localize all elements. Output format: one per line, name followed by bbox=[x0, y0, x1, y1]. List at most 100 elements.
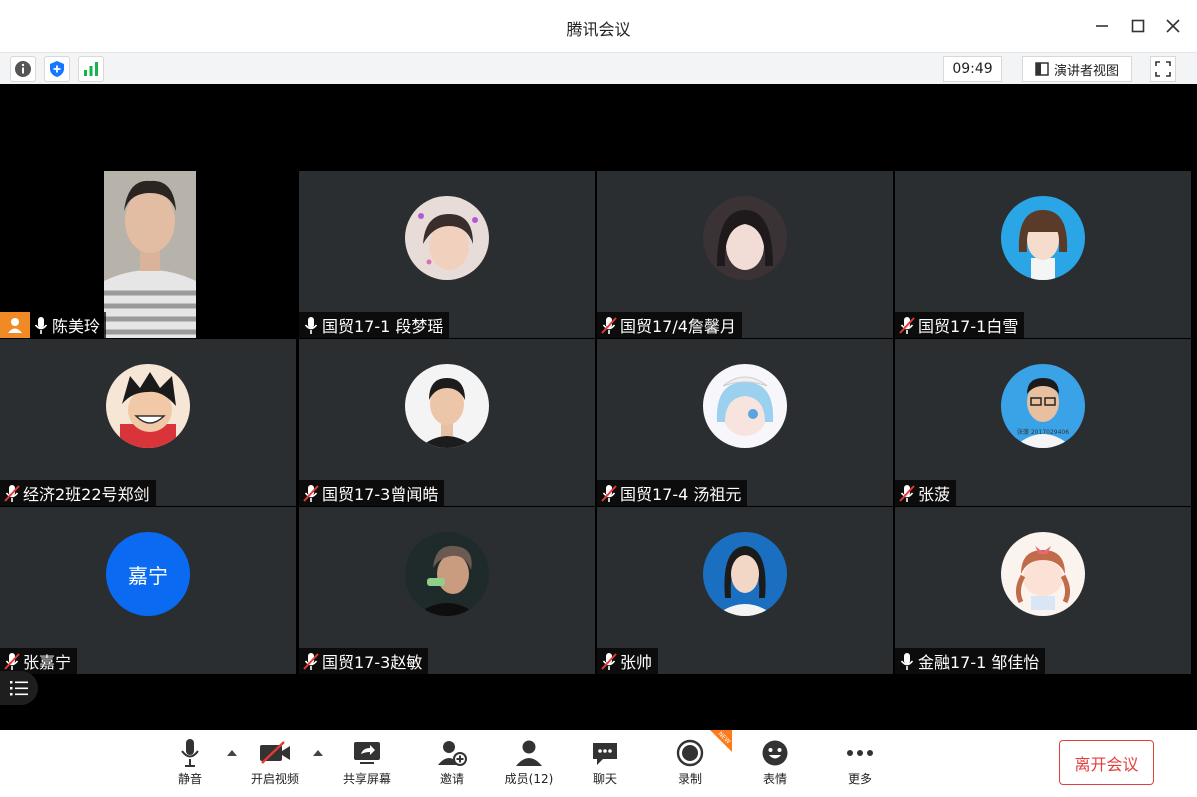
meeting-info-button[interactable] bbox=[10, 56, 36, 82]
participant-tile[interactable]: 嘉宁 张嘉宁 bbox=[0, 507, 296, 674]
avatar-image bbox=[405, 364, 489, 448]
chat-button[interactable]: 聊天 bbox=[570, 738, 640, 792]
title-bar: 腾讯会议 bbox=[0, 0, 1197, 52]
participant-nameplate: 国贸17-1白雪 bbox=[895, 312, 1025, 338]
emoji-icon bbox=[762, 740, 788, 766]
participant-tile[interactable]: 国贸17-1白雪 bbox=[895, 171, 1191, 338]
avatar-caption: 张菠 2017029406 bbox=[1017, 428, 1069, 436]
participant-name: 金融17-1 邹佳怡 bbox=[918, 653, 1040, 672]
mic-muted-icon bbox=[4, 653, 20, 670]
participant-nameplate: 国贸17/4詹馨月 bbox=[597, 312, 742, 338]
participant-name: 国贸17-1 段梦瑶 bbox=[322, 317, 444, 336]
mute-label: 静音 bbox=[177, 772, 202, 786]
avatar-image bbox=[405, 196, 489, 280]
members-button[interactable]: 成员(12) bbox=[494, 738, 564, 792]
participant-avatar bbox=[703, 364, 787, 448]
participant-name: 国贸17-1白雪 bbox=[918, 317, 1019, 336]
participant-tile[interactable]: 金融17-1 邹佳怡 bbox=[895, 507, 1191, 674]
speaker-view-label: 演讲者视图 bbox=[1053, 63, 1119, 79]
participant-nameplate: 国贸17-1 段梦瑶 bbox=[299, 312, 450, 338]
participant-nameplate: 陈美玲 bbox=[0, 312, 107, 338]
record-icon bbox=[676, 739, 704, 767]
invite-label: 邀请 bbox=[439, 772, 464, 786]
speaker-view-button[interactable]: 演讲者视图 bbox=[1022, 56, 1132, 82]
more-button[interactable]: 更多 bbox=[825, 738, 895, 792]
participant-avatar bbox=[703, 532, 787, 616]
participant-avatar bbox=[1001, 532, 1085, 616]
participant-tile[interactable]: 国贸17-1 段梦瑶 bbox=[299, 171, 595, 338]
participant-name: 国贸17-4 汤祖元 bbox=[620, 485, 742, 504]
network-status-button[interactable] bbox=[78, 56, 104, 82]
mic-muted-icon bbox=[601, 317, 617, 334]
participant-name: 经济2班22号郑剑 bbox=[23, 485, 150, 504]
video-stage: 陈美玲 国贸17-1 段梦瑶 国贸17/4詹馨月 国贸17-1白雪 经济2班22… bbox=[0, 84, 1197, 730]
close-icon bbox=[1166, 19, 1180, 33]
minimize-icon bbox=[1096, 25, 1108, 27]
meeting-toolbar: 静音 开启视频 共享屏幕 邀请 成员(12) 聊天 录制 NEW 表情 更多 离… bbox=[0, 730, 1197, 797]
participant-tile[interactable]: 经济2班22号郑剑 bbox=[0, 339, 296, 506]
caret-up-icon bbox=[313, 750, 323, 756]
start-video-button[interactable]: 开启视频 bbox=[240, 738, 310, 792]
mic-muted-icon bbox=[4, 485, 20, 502]
invite-user-icon bbox=[438, 741, 467, 766]
participant-tile[interactable]: 国贸17-3赵敏 bbox=[299, 507, 595, 674]
microphone-icon bbox=[181, 739, 199, 767]
participant-avatar bbox=[405, 364, 489, 448]
participant-tile[interactable]: 陈美玲 bbox=[0, 171, 296, 338]
participant-tile[interactable]: 国贸17-3曾闻皓 bbox=[299, 339, 595, 506]
participant-nameplate: 金融17-1 邹佳怡 bbox=[895, 648, 1046, 674]
mic-on-icon bbox=[900, 653, 914, 670]
participant-name: 国贸17-3赵敏 bbox=[322, 653, 423, 672]
participant-avatar: 张菠 2017029406 bbox=[1001, 364, 1085, 448]
participant-avatar bbox=[405, 196, 489, 280]
participant-nameplate: 国贸17-4 汤祖元 bbox=[597, 480, 748, 506]
participant-name: 张菠 bbox=[918, 485, 951, 504]
fullscreen-button[interactable] bbox=[1150, 56, 1176, 82]
participant-list-toggle[interactable] bbox=[0, 671, 38, 705]
mic-muted-icon bbox=[303, 485, 319, 502]
video-off-icon bbox=[260, 741, 290, 764]
security-button[interactable] bbox=[44, 56, 70, 82]
mic-muted-icon bbox=[899, 485, 915, 502]
participant-name: 国贸17/4詹馨月 bbox=[620, 317, 736, 336]
record-label: 录制 bbox=[677, 772, 702, 786]
emoji-button[interactable]: 表情 bbox=[740, 738, 810, 792]
participant-tile[interactable]: 张帅 bbox=[597, 507, 893, 674]
leave-meeting-button[interactable]: 离开会议 bbox=[1059, 740, 1154, 785]
avatar-image bbox=[405, 532, 489, 616]
invite-button[interactable]: 邀请 bbox=[417, 738, 487, 792]
participant-tile[interactable]: 国贸17/4詹馨月 bbox=[597, 171, 893, 338]
chat-label: 聊天 bbox=[592, 772, 617, 786]
participant-name: 国贸17-3曾闻皓 bbox=[322, 485, 439, 504]
share-screen-button[interactable]: 共享屏幕 bbox=[332, 738, 402, 792]
participant-nameplate: 国贸17-3曾闻皓 bbox=[299, 480, 445, 506]
new-ribbon-icon: NEW bbox=[710, 730, 732, 752]
audio-options-caret[interactable] bbox=[226, 748, 238, 758]
participant-tile[interactable]: 张菠 2017029406 张菠 bbox=[895, 339, 1191, 506]
mic-muted-icon bbox=[601, 485, 617, 502]
chat-icon bbox=[593, 743, 617, 765]
minimize-button[interactable] bbox=[1090, 14, 1114, 38]
avatar-image bbox=[703, 196, 787, 280]
mic-muted-icon bbox=[303, 653, 319, 670]
info-icon bbox=[15, 61, 31, 77]
mic-muted-icon bbox=[601, 653, 617, 670]
mic-on-icon bbox=[304, 317, 318, 334]
window-title: 腾讯会议 bbox=[566, 20, 631, 39]
participant-avatar bbox=[1001, 196, 1085, 280]
participant-avatar bbox=[405, 532, 489, 616]
host-badge bbox=[0, 312, 30, 338]
close-button[interactable] bbox=[1161, 14, 1185, 38]
avatar-image bbox=[106, 364, 190, 448]
mute-button[interactable]: 静音 bbox=[155, 738, 225, 792]
video-options-caret[interactable] bbox=[312, 748, 324, 758]
share-screen-icon bbox=[354, 742, 380, 764]
maximize-button[interactable] bbox=[1126, 14, 1150, 38]
participant-tile[interactable]: 国贸17-4 汤祖元 bbox=[597, 339, 893, 506]
avatar-image bbox=[703, 364, 787, 448]
new-feature-badge: NEW bbox=[704, 730, 732, 758]
participant-nameplate: 张菠 bbox=[895, 480, 957, 506]
more-label: 更多 bbox=[847, 772, 872, 786]
avatar-image: 张菠 2017029406 bbox=[1001, 364, 1085, 448]
caret-up-icon bbox=[227, 750, 237, 756]
